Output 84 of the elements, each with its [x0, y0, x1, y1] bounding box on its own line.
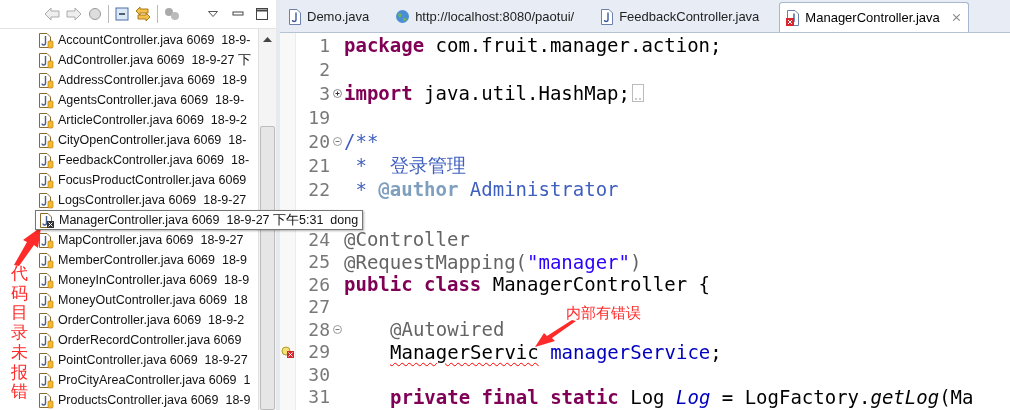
- java-file-icon: [38, 351, 54, 369]
- file-name[interactable]: PointController.java 6069 18-9-27: [58, 350, 248, 370]
- java-file-icon: [38, 131, 54, 149]
- file-name[interactable]: FeedbackController.java 6069 18-: [58, 150, 250, 170]
- code-line: @Controller: [344, 228, 470, 251]
- file-name[interactable]: LogsController.java 6069 18-9-27: [58, 190, 247, 210]
- code-line: /**: [344, 130, 379, 152]
- line-number: 31: [307, 385, 330, 410]
- java-file-icon: [288, 9, 302, 25]
- file-name[interactable]: ProductsController.java 6069 18-9: [58, 390, 251, 410]
- code-line: package com.fruit.manager.action;: [344, 34, 722, 56]
- file-name[interactable]: AccountController.java 6069 18-9-: [58, 30, 251, 50]
- java-file-icon: [38, 171, 54, 189]
- line-number: 3: [318, 81, 330, 106]
- line-number: 22: [307, 177, 330, 202]
- line-number: 2: [318, 57, 330, 82]
- code-line: import java.util.HashMap;: [344, 82, 630, 104]
- line-number: 26: [307, 272, 330, 297]
- annotation-note: 代码目录未报错: [11, 264, 28, 403]
- java-file-icon: [38, 31, 54, 49]
- java-file-icon: [38, 391, 54, 409]
- collapse-all-icon[interactable]: [115, 7, 129, 21]
- line-number: 27: [307, 295, 330, 320]
- editor-tab[interactable]: FeedbackController.java: [594, 2, 766, 32]
- editor-tab[interactable]: ManagerController.java ⨯: [779, 2, 969, 32]
- line-number: 20: [307, 129, 330, 154]
- java-file-icon: [38, 111, 54, 129]
- line-number: 29: [307, 340, 330, 365]
- java-file-icon: [38, 71, 54, 89]
- code-line: @RequestMapping("manager"): [344, 250, 642, 273]
- code-line: * 登录管理: [354, 154, 466, 176]
- java-file-icon: [38, 51, 54, 69]
- java-file-icon: [38, 331, 54, 349]
- code-line: public class ManagerController {: [344, 273, 711, 296]
- annotation-note: 内部有错误: [566, 303, 641, 323]
- globe-icon: [395, 9, 411, 25]
- line-number: 25: [307, 250, 330, 275]
- java-file-icon: [786, 9, 801, 26]
- java-file-icon: [38, 271, 54, 289]
- file-name[interactable]: OrderRecordController.java 6069: [58, 330, 242, 350]
- back-arrow-icon[interactable]: [44, 7, 60, 21]
- link-arrows-icon[interactable]: [135, 6, 151, 22]
- file-name[interactable]: ArticleController.java 6069 18-9-2: [58, 110, 247, 130]
- java-file-icon: [38, 251, 54, 269]
- file-name[interactable]: ProCityAreaController.java 6069 1: [58, 370, 251, 390]
- java-file-icon: [38, 151, 54, 169]
- file-name[interactable]: AdController.java 6069 18-9-27 下: [58, 50, 251, 70]
- error-bulb-icon[interactable]: [280, 345, 295, 358]
- line-number: 21: [307, 153, 330, 178]
- expand-fold-icon[interactable]: [332, 88, 342, 98]
- forward-arrow-icon[interactable]: [66, 7, 82, 21]
- code-line: * @author Administrator: [354, 178, 619, 200]
- file-name[interactable]: OrderController.java 6069 18-9-2: [58, 310, 245, 330]
- file-name[interactable]: MoneyOutController.java 6069 18: [58, 290, 248, 310]
- editor-tab[interactable]: Demo.java: [282, 2, 376, 32]
- java-file-icon: [600, 9, 615, 25]
- view-menu-icon[interactable]: [208, 11, 218, 17]
- file-name[interactable]: MapController.java 6069 18-9-27: [58, 230, 244, 250]
- code-line: @Autowired: [389, 318, 505, 341]
- java-file-icon: [38, 231, 54, 249]
- java-file-icon: [38, 291, 54, 309]
- java-file-icon: [38, 91, 54, 109]
- file-name[interactable]: AddressController.java 6069 18-9: [58, 70, 247, 90]
- code-line: private final static Log Log = LogFactory.getLog(Ma: [389, 385, 974, 408]
- close-tab-icon[interactable]: ⨯: [950, 7, 962, 28]
- file-name[interactable]: CityOpenController.java 6069 18-: [58, 130, 247, 150]
- collapse-fold-icon[interactable]: [332, 324, 342, 334]
- java-file-icon: [38, 371, 54, 389]
- file-name[interactable]: MoneyInController.java 6069 18-9: [58, 270, 250, 290]
- file-name: ManagerController.java 6069 18-9-27 下午5:31 dong: [59, 211, 359, 229]
- line-number: 30: [307, 362, 330, 387]
- line-number: 28: [307, 317, 330, 342]
- file-name[interactable]: AgentsController.java 6069 18-9-: [58, 90, 245, 110]
- java-file-icon: [38, 311, 54, 329]
- line-number: 1: [318, 33, 330, 58]
- file-name[interactable]: FocusProductController.java 6069: [58, 170, 247, 190]
- line-number: 24: [307, 227, 330, 252]
- scroll-up-icon[interactable]: [263, 37, 272, 42]
- line-number: 19: [307, 105, 330, 130]
- collapse-fold-icon[interactable]: [332, 136, 342, 146]
- editor-tab[interactable]: http://localhost:8080/paotui/: [389, 2, 581, 32]
- code-line: ManagerServic managerService;: [389, 340, 722, 363]
- file-name[interactable]: MemberController.java 6069 18-9: [58, 250, 247, 270]
- maximize-icon[interactable]: [256, 8, 268, 20]
